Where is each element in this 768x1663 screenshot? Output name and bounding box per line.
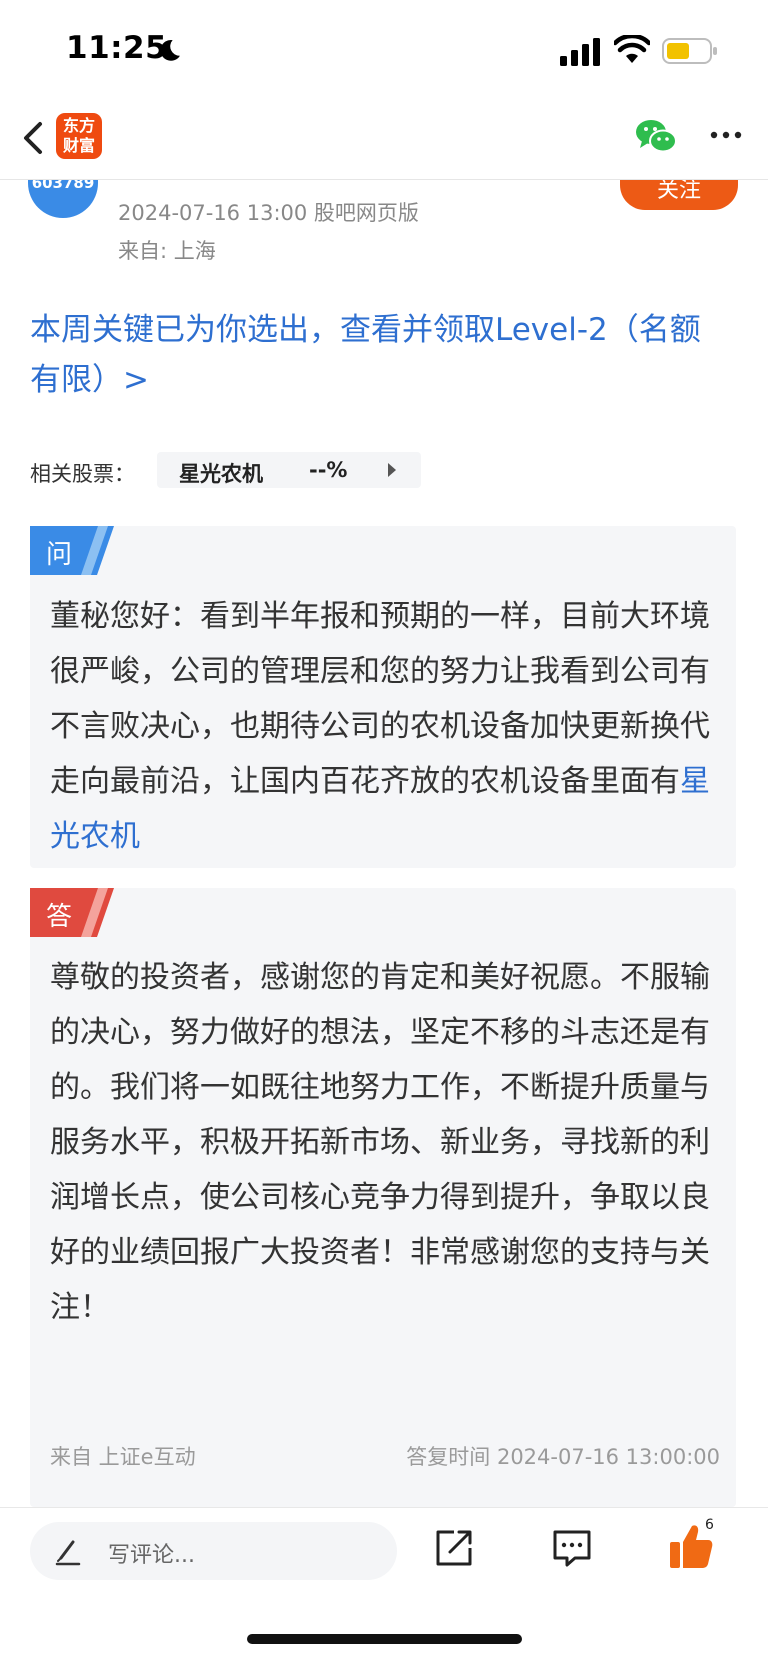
nav-bar: 东方 财富 <box>0 100 768 180</box>
question-card: 问 董秘您好：看到半年报和预期的一样，目前大环境很严峻，公司的管理层和您的努力让… <box>30 526 736 868</box>
post-meta: 2024-07-16 13:00 股吧网页版 <box>118 201 419 225</box>
battery-icon <box>662 38 717 64</box>
wechat-icon[interactable] <box>634 116 678 156</box>
related-stocks-label: 相关股票： <box>30 462 135 486</box>
post-location: 来自: 上海 <box>118 239 216 263</box>
caret-right-icon <box>388 463 396 477</box>
answer-footer: 来自 上证e互动 答复时间 2024-07-16 13:00:00 <box>50 1441 720 1471</box>
level2-promo-link[interactable]: 本周关键已为你选出，查看并领取Level-2（名额有限）> <box>30 305 730 405</box>
app-logo[interactable]: 东方 财富 <box>56 113 102 159</box>
logo-line1: 东方 <box>62 116 95 135</box>
home-indicator[interactable] <box>247 1634 522 1644</box>
logo-line2: 财富 <box>62 136 95 155</box>
answer-tag: 答 <box>46 902 73 932</box>
question-body: 董秘您好：看到半年报和预期的一样，目前大环境很严峻，公司的管理层和您的努力让我看… <box>50 599 710 799</box>
answer-card: 答 尊敬的投资者，感谢您的肯定和美好祝愿。不服输的决心，努力做好的想法，坚定不移… <box>30 888 736 1507</box>
signal-icon <box>560 38 600 66</box>
more-icon[interactable] <box>706 120 746 150</box>
answer-source: 来自 上证e互动 <box>50 1445 196 1469</box>
status-bar: 11:25 <box>0 0 768 100</box>
status-time: 11:25 <box>66 30 168 66</box>
question-text: 董秘您好：看到半年报和预期的一样，目前大环境很严峻，公司的管理层和您的努力让我看… <box>50 589 720 864</box>
comment-bubble-icon[interactable] <box>551 1528 593 1568</box>
related-stock-chip[interactable]: 星光农机 --% <box>157 452 421 488</box>
answer-reply-time: 答复时间 2024-07-16 13:00:00 <box>406 1445 720 1469</box>
stock-name: 星光农机 <box>179 462 263 486</box>
question-tag: 问 <box>46 540 73 570</box>
answer-text: 尊敬的投资者，感谢您的肯定和美好祝愿。不服输的决心，努力做好的想法，坚定不移的斗… <box>50 960 710 1325</box>
comment-input[interactable]: 写评论... <box>30 1522 397 1580</box>
share-icon[interactable] <box>434 1528 474 1568</box>
back-chevron-icon[interactable] <box>14 114 56 162</box>
moon-icon <box>160 39 180 61</box>
comment-placeholder: 写评论... <box>108 1543 195 1568</box>
stock-change: --% <box>309 458 348 482</box>
wifi-icon <box>614 35 650 63</box>
like-count: 6 <box>705 1517 714 1533</box>
pen-icon <box>55 1540 81 1566</box>
